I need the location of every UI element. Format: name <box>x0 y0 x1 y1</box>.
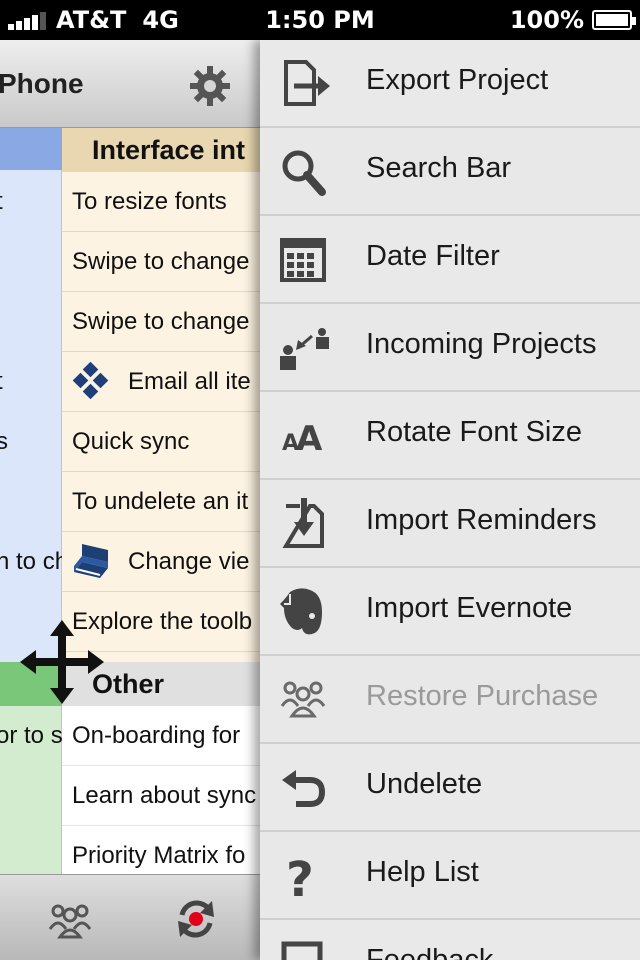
menu-incoming-projects[interactable]: Incoming Projects <box>260 304 640 392</box>
quadrant-header-interface[interactable]: Interface int <box>62 128 260 172</box>
menu-rotate-font-size[interactable]: A A Rotate Font Size <box>260 392 640 480</box>
task-item[interactable]: To resize fonts <box>62 172 260 232</box>
move-handle-icon[interactable] <box>20 620 104 704</box>
menu-label: Rotate Font Size <box>366 416 582 448</box>
menu-import-reminders[interactable]: Import Reminders <box>260 480 640 568</box>
menu-label: Undelete <box>366 768 483 800</box>
export-icon <box>284 60 330 106</box>
diamond-icon <box>72 362 109 400</box>
menu-help-list[interactable]: ? Help List <box>260 832 640 920</box>
menu-label: Search Bar <box>366 152 512 184</box>
menu-export-project[interactable]: Export Project <box>260 40 640 128</box>
incoming-icon <box>280 328 329 370</box>
left-fragment: or to s <box>0 722 63 749</box>
sync-icon[interactable] <box>172 895 220 943</box>
gear-icon[interactable] <box>188 64 232 108</box>
font-size-icon: A A <box>282 419 323 459</box>
left-fragment: t <box>0 188 3 216</box>
status-bar: AT&T 4G 1:50 PM 100% <box>0 0 640 40</box>
import-icon <box>282 498 324 548</box>
menu-label: Date Filter <box>366 240 500 272</box>
quadrant-task-list: On-boarding for Learn about sync Priorit… <box>62 706 260 886</box>
menu-label: Feedback <box>366 944 494 960</box>
question-icon: ? <box>286 852 314 902</box>
calendar-icon <box>280 238 326 282</box>
menu-import-evernote[interactable]: Import Evernote <box>260 568 640 656</box>
options-drawer: Export Project Search Bar Date Filter In… <box>260 40 640 960</box>
app-header: Phone <box>0 40 260 128</box>
task-item[interactable]: Swipe to change <box>62 232 260 292</box>
task-item[interactable]: Change vie <box>62 532 260 592</box>
battery-icon <box>592 10 636 30</box>
feedback-icon <box>281 941 323 960</box>
menu-restore-purchase[interactable]: Restore Purchase <box>260 656 640 744</box>
menu-date-filter[interactable]: Date Filter <box>260 216 640 304</box>
menu-label: Help List <box>366 856 479 888</box>
battery-percent: 100% <box>509 6 584 34</box>
menu-search-bar[interactable]: Search Bar <box>260 128 640 216</box>
task-item[interactable]: Swipe to change <box>62 292 260 352</box>
menu-undelete[interactable]: Undelete <box>260 744 640 832</box>
menu-label: Export Project <box>366 64 549 96</box>
task-item[interactable]: Learn about sync <box>62 766 260 826</box>
quadrant-task-list: To resize fonts Swipe to change Swipe to… <box>62 172 260 662</box>
evernote-icon <box>280 588 322 635</box>
svg-text:?: ? <box>286 852 314 902</box>
project-title: Phone <box>0 68 84 99</box>
task-item[interactable]: Email all ite <box>62 352 260 412</box>
book-icon <box>74 544 108 578</box>
left-fragment: n to ch <box>0 548 69 575</box>
menu-label: Restore Purchase <box>366 680 599 712</box>
search-icon <box>282 150 326 196</box>
people-icon[interactable] <box>46 895 94 943</box>
bottom-toolbar <box>0 874 260 960</box>
left-fragment: t <box>0 368 3 396</box>
left-fragment: s <box>0 428 8 455</box>
quadrant-blue-column <box>0 128 62 662</box>
undo-icon <box>282 770 326 807</box>
priority-matrix-panel: Phone t t s n to ch or to s Interface in… <box>0 40 260 960</box>
people-icon <box>280 681 326 718</box>
menu-label: Incoming Projects <box>366 328 597 360</box>
svg-text:A: A <box>296 419 323 459</box>
menu-label: Import Reminders <box>366 504 597 536</box>
menu-label: Import Evernote <box>366 592 573 624</box>
menu-feedback[interactable]: Feedback <box>260 920 640 960</box>
quadrant-blue-header <box>0 128 62 170</box>
task-item[interactable]: Quick sync <box>62 412 260 472</box>
task-item[interactable]: To undelete an it <box>62 472 260 532</box>
task-item[interactable]: On-boarding for <box>62 706 260 766</box>
